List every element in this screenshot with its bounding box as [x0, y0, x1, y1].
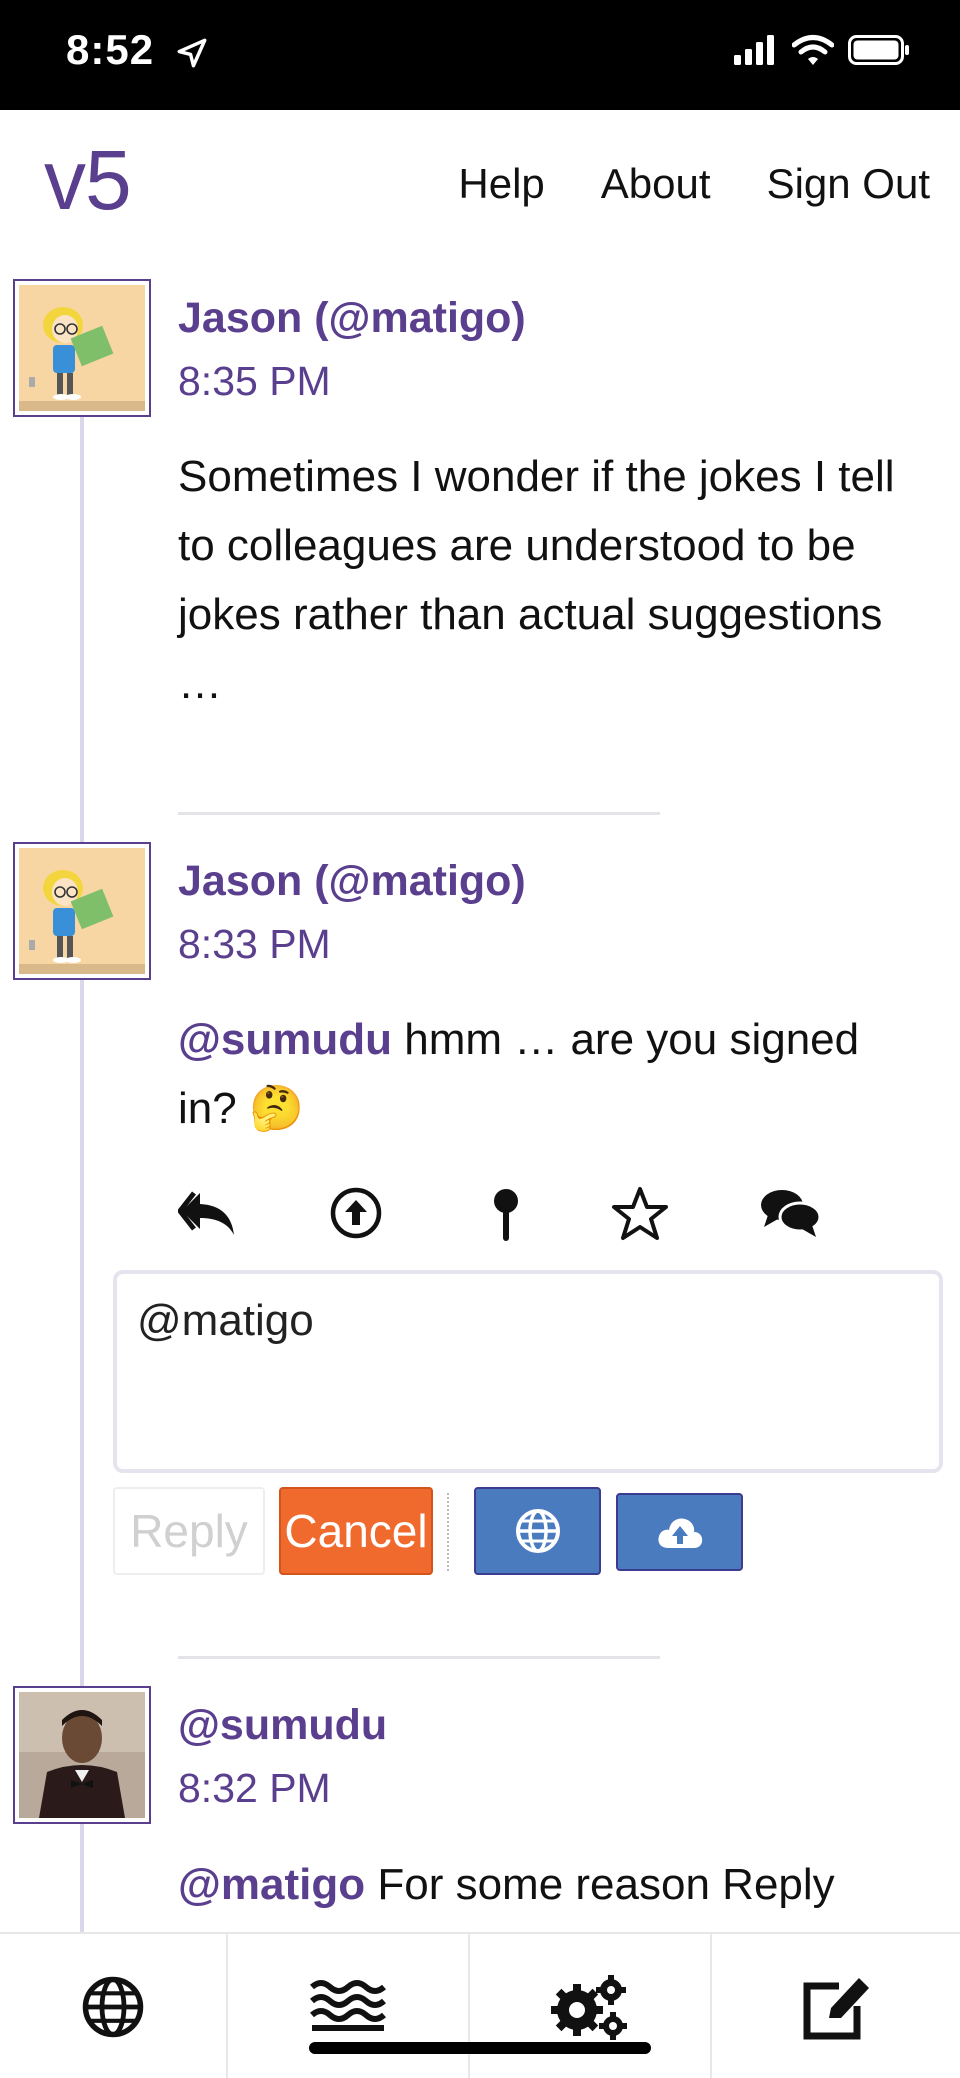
thread-icon[interactable]: [758, 1185, 822, 1241]
post-time[interactable]: 8:32 PM: [178, 1765, 331, 1812]
tab-settings[interactable]: [470, 1934, 710, 2078]
star-icon[interactable]: [610, 1185, 670, 1243]
reply-text: @matigo: [137, 1296, 314, 1345]
avatar[interactable]: [13, 279, 151, 417]
nav-about-link[interactable]: About: [601, 160, 711, 208]
pin-icon[interactable]: [478, 1185, 534, 1245]
nav-sign-out-link[interactable]: Sign Out: [767, 160, 930, 208]
nav-help-link[interactable]: Help: [458, 160, 544, 208]
reply-textarea[interactable]: @matigo: [113, 1270, 943, 1473]
globe-icon: [82, 1976, 144, 2038]
post-body: @sumudu hmm … are you signed in? 🤔: [178, 1005, 918, 1143]
settings-icon: [551, 1975, 627, 2040]
post-divider: [178, 812, 660, 815]
cartoon-avatar-image: [19, 285, 145, 411]
post-body: @matigo For some reason Reply: [178, 1850, 918, 1919]
post-time[interactable]: 8:35 PM: [178, 358, 331, 405]
signal-icon: [734, 35, 774, 65]
post-divider: [178, 1656, 660, 1659]
home-indicator: [309, 2042, 651, 2054]
cloud-upload-icon: [657, 1518, 702, 1548]
post-author[interactable]: Jason (@matigo): [178, 857, 526, 906]
tab-compose[interactable]: [712, 1934, 960, 2078]
boost-icon[interactable]: [328, 1185, 384, 1241]
post-body: Sometimes I wonder if the jokes I tell t…: [178, 452, 895, 708]
post-actions: [178, 1185, 858, 1255]
cancel-button[interactable]: Cancel: [279, 1487, 433, 1575]
post-author[interactable]: @sumudu: [178, 1701, 387, 1750]
top-nav: Help About Sign Out: [458, 160, 930, 208]
globe-icon: [515, 1509, 560, 1553]
button-separator: [447, 1493, 449, 1571]
photo-avatar-image: [19, 1692, 145, 1818]
mention-link[interactable]: @matigo: [178, 1860, 365, 1909]
reply-button[interactable]: Reply: [113, 1487, 265, 1575]
status-bar: 8:52: [0, 0, 960, 110]
tab-timeline[interactable]: [228, 1934, 468, 2078]
visibility-button[interactable]: [474, 1487, 601, 1575]
app-header: v5 Help About Sign Out: [0, 110, 960, 250]
post-text: For some reason Reply: [365, 1860, 835, 1909]
status-icons: [734, 34, 910, 66]
bottom-tab-bar: [0, 1932, 960, 2078]
mention-link[interactable]: @sumudu: [178, 1015, 392, 1064]
compose-icon: [803, 1978, 869, 2040]
post-time[interactable]: 8:33 PM: [178, 921, 331, 968]
avatar[interactable]: [13, 1686, 151, 1824]
timeline-icon: [310, 1980, 386, 2031]
battery-icon: [848, 35, 909, 65]
reply-buttons: Reply Cancel: [113, 1487, 960, 1577]
post-author[interactable]: Jason (@matigo): [178, 294, 526, 343]
upload-button[interactable]: [616, 1493, 743, 1571]
avatar[interactable]: [13, 842, 151, 980]
cartoon-avatar-image: [19, 848, 145, 974]
status-time: 8:52: [66, 26, 209, 74]
location-arrow-icon: [177, 38, 207, 68]
reply-all-icon[interactable]: [178, 1185, 238, 1241]
clock-text: 8:52: [66, 26, 155, 73]
app-logo[interactable]: v5: [44, 132, 132, 229]
tab-global[interactable]: [0, 1934, 226, 2078]
wifi-icon: [792, 35, 834, 65]
